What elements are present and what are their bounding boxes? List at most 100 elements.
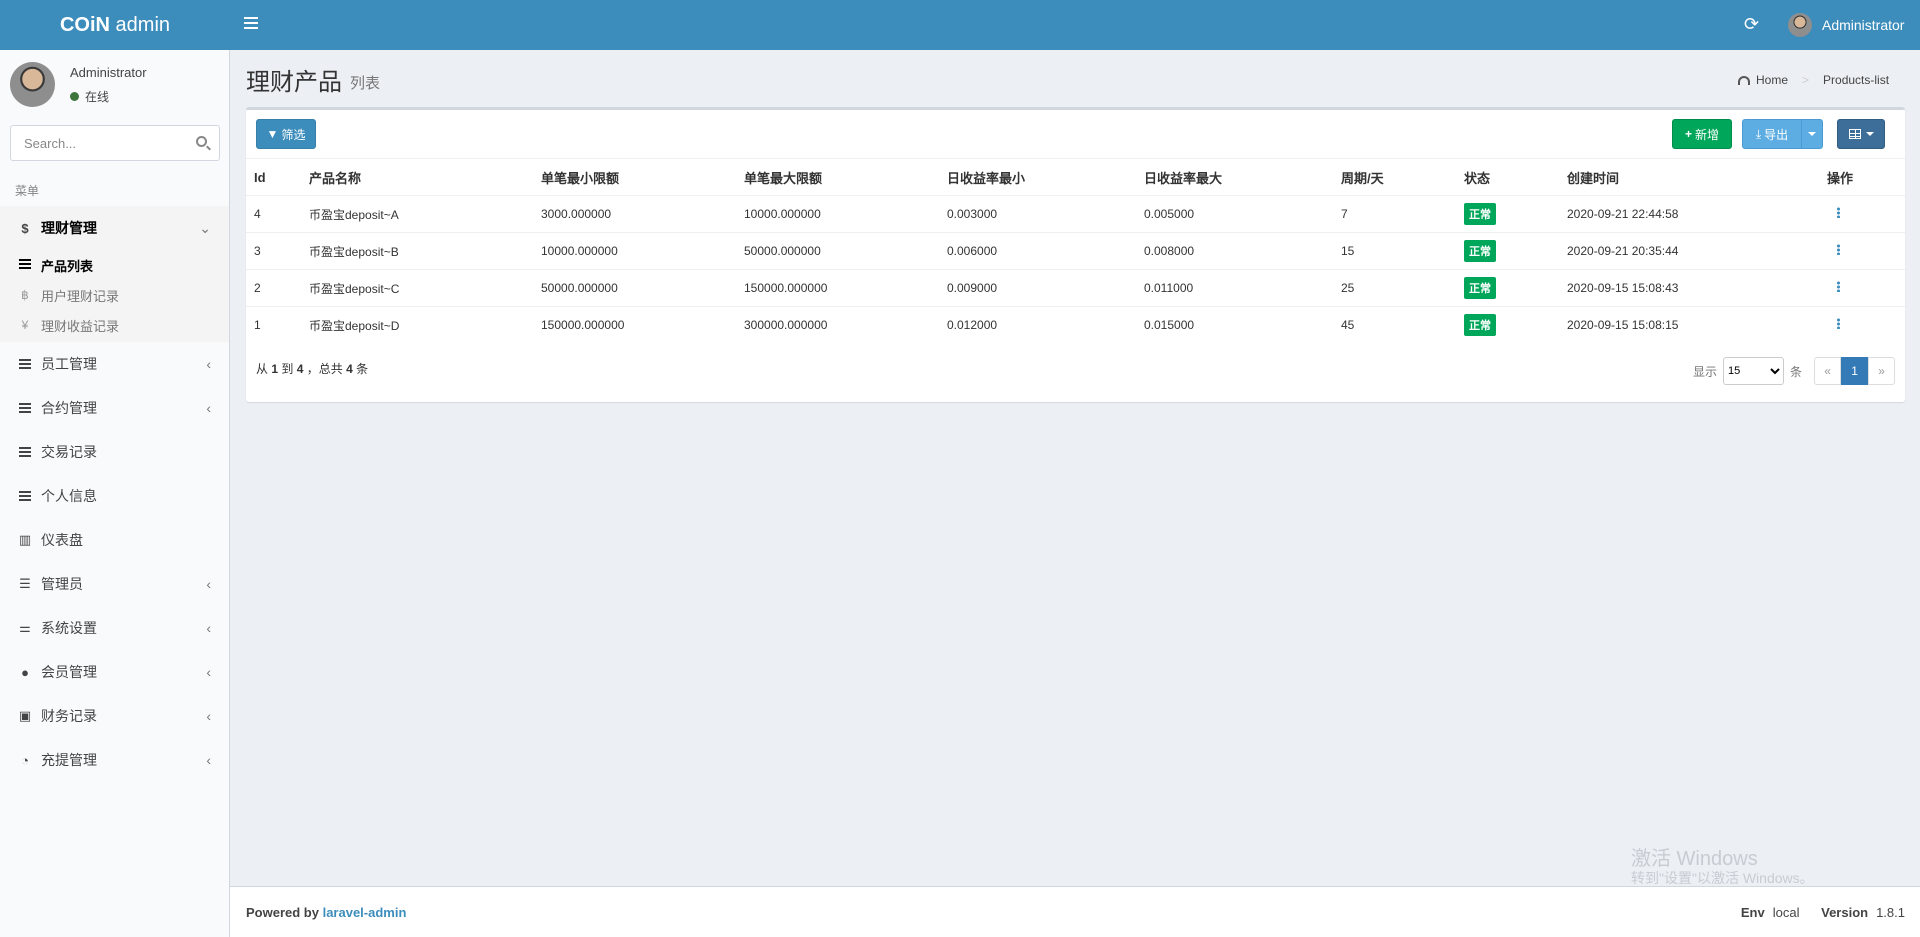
actions-menu-icon[interactable]	[1837, 207, 1840, 218]
add-button[interactable]: + 新增	[1672, 119, 1732, 149]
bars-icon	[18, 258, 32, 272]
cell-created: 2020-09-21 20:35:44	[1559, 232, 1819, 270]
sidebar-subitem-products[interactable]: 产品列表	[0, 250, 229, 280]
cell-min: 150000.000000	[533, 306, 736, 344]
refresh-icon[interactable]: ⟳	[1744, 14, 1759, 35]
chevron-left-icon: ‹	[206, 356, 211, 372]
sidebar-item-settings[interactable]: ⚌ 系统设置 ‹	[0, 606, 229, 650]
per-page-select[interactable]: 15	[1723, 357, 1785, 385]
sidebar-toggle-icon[interactable]	[244, 17, 258, 29]
chevron-left-icon: ‹	[206, 752, 211, 768]
laravel-admin-link[interactable]: laravel-admin	[323, 905, 407, 920]
sidebar-item-label: 个人信息	[41, 488, 97, 504]
cell-period: 45	[1333, 306, 1456, 344]
column-header: 周期/天	[1333, 158, 1456, 196]
sidebar-subitem-label: 理财收益记录	[41, 318, 120, 334]
sliders-icon: ⚌	[19, 620, 31, 635]
column-header: 状态	[1456, 158, 1559, 196]
cell-created: 2020-09-21 22:44:58	[1559, 195, 1819, 233]
table-header-row: Id 产品名称 单笔最小限额 单笔最大限额 日收益率最小 日收益率最大 周期/天…	[246, 158, 1905, 196]
table-row: 4 币盈宝deposit~A 3000.000000 10000.000000 …	[246, 195, 1905, 233]
sidebar-item-label: 员工管理	[41, 356, 97, 372]
column-header: 产品名称	[301, 158, 533, 196]
sidebar-item-label: 仪表盘	[41, 532, 83, 548]
sidebar-subitem-label: 产品列表	[41, 258, 94, 274]
column-header: 日收益率最小	[939, 158, 1136, 196]
cell-id: 2	[246, 269, 301, 307]
bitcoin-icon: ฿	[21, 288, 29, 302]
tasks-icon: ☰	[19, 576, 31, 591]
actions-menu-icon[interactable]	[1837, 244, 1840, 255]
chevron-left-icon: ‹	[206, 708, 211, 724]
yen-icon: ¥	[21, 318, 29, 332]
sidebar-item-staff[interactable]: 员工管理 ‹	[0, 342, 229, 386]
column-header: 操作	[1819, 158, 1905, 196]
app-logo[interactable]: COiN admin	[0, 0, 230, 50]
filter-button[interactable]: ▼ 筛选	[256, 119, 316, 149]
sidebar-item-dashboard[interactable]: ▥ 仪表盘	[0, 518, 229, 562]
sidebar-item-admins[interactable]: ☰ 管理员 ‹	[0, 562, 229, 606]
sidebar-item-wealth[interactable]: $ 理财管理 ⌄	[0, 206, 229, 250]
cell-rate-min: 0.009000	[939, 269, 1136, 307]
sidebar-item-deposits[interactable]: ◔ 充提管理 ‹	[0, 738, 229, 782]
breadcrumb-current: Products-list	[1823, 73, 1890, 87]
cell-max: 50000.000000	[736, 232, 939, 270]
cell-created: 2020-09-15 15:08:43	[1559, 269, 1819, 307]
footer: Powered by laravel-admin Env local Versio…	[230, 886, 1920, 937]
cell-status: 正常	[1456, 195, 1559, 233]
page-1-button[interactable]: 1	[1841, 357, 1869, 385]
download-icon: ⤓	[1755, 126, 1762, 141]
cell-rate-min: 0.012000	[939, 306, 1136, 344]
sidebar-item-trades[interactable]: 交易记录	[0, 430, 229, 474]
cell-id: 3	[246, 232, 301, 270]
breadcrumb-separator: >	[1802, 73, 1810, 87]
search-icon[interactable]	[196, 136, 207, 147]
export-dropdown-button[interactable]	[1801, 119, 1823, 149]
cell-max: 150000.000000	[736, 269, 939, 307]
chevron-left-icon: ‹	[206, 620, 211, 636]
sidebar-item-profile[interactable]: 个人信息	[0, 474, 229, 518]
cell-status: 正常	[1456, 269, 1559, 307]
next-page-button[interactable]: »	[1868, 357, 1896, 385]
sidebar-user-name: Administrator	[70, 65, 147, 80]
submenu: 产品列表 ฿ 用户理财记录 ¥ 理财收益记录	[0, 250, 229, 342]
column-header: 单笔最小限额	[533, 158, 736, 196]
sidebar-item-label: 管理员	[41, 576, 83, 592]
user-status: 在线	[70, 88, 109, 105]
footer-credit: Powered by laravel-admin	[246, 905, 407, 920]
plus-icon: +	[1684, 127, 1692, 141]
export-button[interactable]: ⤓ 导出	[1742, 119, 1802, 149]
sidebar-subitem-label: 用户理财记录	[41, 288, 120, 304]
cell-actions	[1819, 306, 1905, 344]
sidebar-item-members[interactable]: ● 会员管理 ‹	[0, 650, 229, 694]
cell-name: 币盈宝deposit~C	[301, 269, 533, 307]
user-menu[interactable]: Administrator	[1788, 13, 1904, 37]
actions-menu-icon[interactable]	[1837, 281, 1840, 292]
cell-rate-max: 0.011000	[1136, 269, 1333, 307]
breadcrumb-home[interactable]: Home	[1756, 73, 1788, 87]
cell-status: 正常	[1456, 232, 1559, 270]
sidebar-item-contracts[interactable]: 合约管理 ‹	[0, 386, 229, 430]
actions-menu-icon[interactable]	[1837, 318, 1840, 330]
prev-page-button[interactable]: «	[1814, 357, 1842, 385]
cell-actions	[1819, 269, 1905, 307]
sidebar-search	[10, 125, 220, 161]
search-input[interactable]	[11, 126, 186, 160]
header-user-name: Administrator	[1822, 17, 1905, 33]
chevron-left-icon: ‹	[206, 576, 211, 592]
sidebar-item-finance[interactable]: ▣ 财务记录 ‹	[0, 694, 229, 738]
caret-down-icon	[1808, 132, 1816, 136]
cell-id: 4	[246, 195, 301, 233]
column-header: 单笔最大限额	[736, 158, 939, 196]
cell-rate-min: 0.003000	[939, 195, 1136, 233]
page-title: 理财产品	[246, 69, 342, 96]
pagination-summary: 从 1 到 4 ，总共 4 条	[256, 362, 369, 376]
column-header[interactable]: Id	[246, 158, 301, 196]
chevron-down-icon: ⌄	[199, 220, 211, 236]
cell-actions	[1819, 195, 1905, 233]
columns-button[interactable]	[1837, 119, 1885, 149]
status-badge: 正常	[1464, 240, 1496, 262]
cell-period: 7	[1333, 195, 1456, 233]
sidebar-subitem-earnings[interactable]: ¥ 理财收益记录	[0, 310, 229, 340]
sidebar-subitem-user-records[interactable]: ฿ 用户理财记录	[0, 280, 229, 310]
